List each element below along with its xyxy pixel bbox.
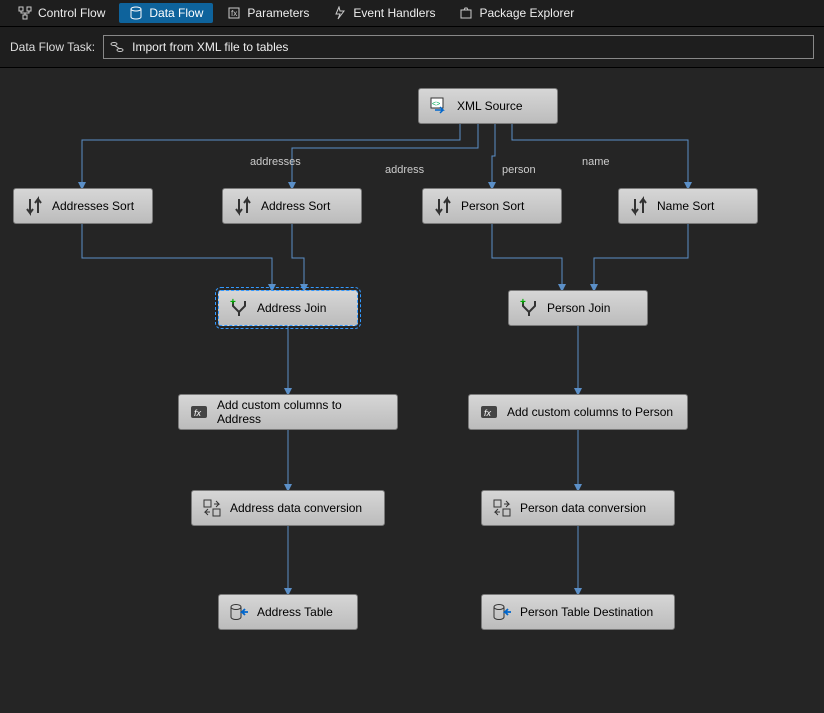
- parameters-icon: fx: [227, 6, 241, 20]
- node-label: Add custom columns to Person: [507, 405, 673, 419]
- data-flow-icon: [129, 6, 143, 20]
- merge-join-icon: +: [519, 298, 539, 318]
- node-label: Person Sort: [461, 199, 524, 213]
- edge-label-person: person: [502, 164, 536, 176]
- node-label: Address Sort: [261, 199, 330, 213]
- dataflow-task-icon: [110, 40, 124, 54]
- svg-text:<>: <>: [432, 101, 440, 108]
- edge-label-addresses: addresses: [250, 156, 301, 168]
- task-label: Data Flow Task:: [10, 40, 95, 54]
- node-label: Name Sort: [657, 199, 714, 213]
- diagram-canvas[interactable]: addresses address person name <> XML Sou…: [0, 68, 824, 713]
- node-label: Person Join: [547, 301, 610, 315]
- tab-package-explorer[interactable]: Package Explorer: [449, 3, 584, 23]
- node-label: XML Source: [457, 99, 523, 113]
- svg-text:fx: fx: [484, 408, 492, 418]
- edge-label-name: name: [582, 156, 610, 168]
- designer-tabs: Control Flow Data Flow fx Parameters Eve…: [0, 0, 824, 27]
- svg-text:fx: fx: [231, 9, 237, 18]
- tab-label: Parameters: [247, 6, 309, 20]
- tab-label: Data Flow: [149, 6, 203, 20]
- node-label: Address Table: [257, 605, 333, 619]
- event-handlers-icon: [333, 6, 347, 20]
- node-label: Person Table Destination: [520, 605, 653, 619]
- sort-icon: [629, 196, 649, 216]
- node-addresses-sort[interactable]: Addresses Sort: [13, 188, 153, 224]
- node-xml-source[interactable]: <> XML Source: [418, 88, 558, 124]
- node-person-conv[interactable]: Person data conversion: [481, 490, 675, 526]
- sort-icon: [433, 196, 453, 216]
- task-selected: Import from XML file to tables: [132, 40, 288, 54]
- node-label: Addresses Sort: [52, 199, 134, 213]
- task-dropdown[interactable]: Import from XML file to tables: [103, 35, 814, 59]
- sort-icon: [233, 196, 253, 216]
- edge-label-address: address: [385, 164, 424, 176]
- tab-label: Event Handlers: [353, 6, 435, 20]
- tab-event-handlers[interactable]: Event Handlers: [323, 3, 445, 23]
- xml-source-icon: <>: [429, 96, 449, 116]
- sort-icon: [24, 196, 44, 216]
- node-add-cols-person[interactable]: fx Add custom columns to Person: [468, 394, 688, 430]
- node-person-table[interactable]: Person Table Destination: [481, 594, 675, 630]
- node-label: Add custom columns to Address: [217, 398, 387, 426]
- node-address-join[interactable]: + Address Join: [218, 290, 358, 326]
- derived-column-icon: fx: [189, 402, 209, 422]
- tab-label: Control Flow: [38, 6, 105, 20]
- destination-icon: [229, 602, 249, 622]
- svg-text:+: +: [520, 298, 526, 308]
- tab-parameters[interactable]: fx Parameters: [217, 3, 319, 23]
- task-row: Data Flow Task: Import from XML file to …: [0, 27, 824, 68]
- destination-icon: [492, 602, 512, 622]
- derived-column-icon: fx: [479, 402, 499, 422]
- svg-text:fx: fx: [194, 408, 202, 418]
- node-label: Address Join: [257, 301, 326, 315]
- node-label: Address data conversion: [230, 501, 362, 515]
- node-name-sort[interactable]: Name Sort: [618, 188, 758, 224]
- node-person-join[interactable]: + Person Join: [508, 290, 648, 326]
- node-add-cols-address[interactable]: fx Add custom columns to Address: [178, 394, 398, 430]
- node-person-sort[interactable]: Person Sort: [422, 188, 562, 224]
- control-flow-icon: [18, 6, 32, 20]
- package-explorer-icon: [459, 6, 473, 20]
- tab-label: Package Explorer: [479, 6, 574, 20]
- node-address-table[interactable]: Address Table: [218, 594, 358, 630]
- tab-data-flow[interactable]: Data Flow: [119, 3, 213, 23]
- node-address-conv[interactable]: Address data conversion: [191, 490, 385, 526]
- tab-control-flow[interactable]: Control Flow: [8, 3, 115, 23]
- merge-join-icon: +: [229, 298, 249, 318]
- data-conversion-icon: [202, 498, 222, 518]
- data-conversion-icon: [492, 498, 512, 518]
- node-address-sort[interactable]: Address Sort: [222, 188, 362, 224]
- svg-text:+: +: [230, 298, 236, 308]
- node-label: Person data conversion: [520, 501, 646, 515]
